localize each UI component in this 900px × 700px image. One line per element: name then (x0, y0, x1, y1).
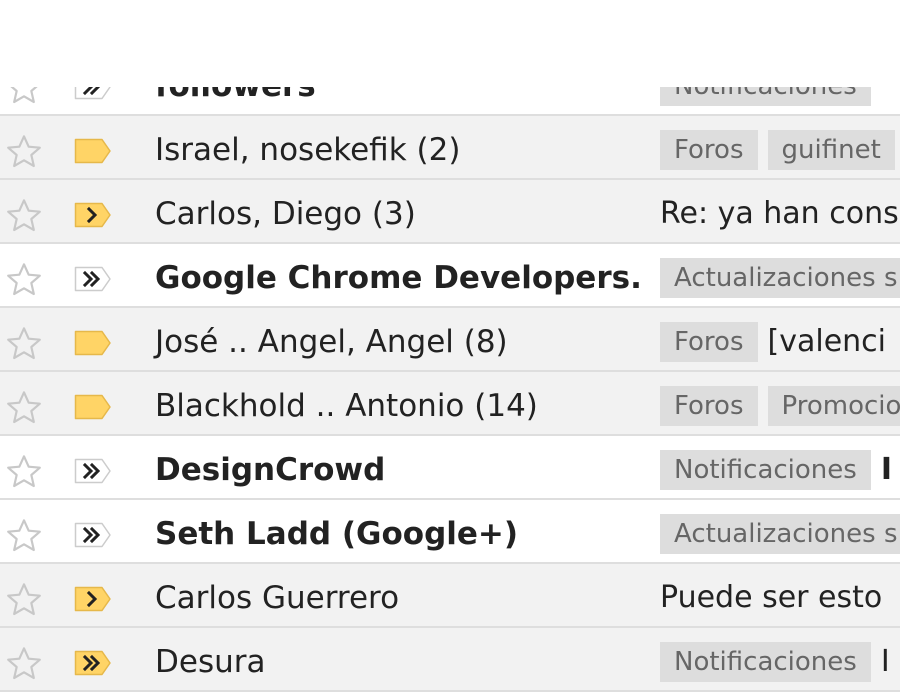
email-row[interactable]: Israel, nosekefik (2) Foros guifinet (0, 116, 900, 180)
label-chip[interactable]: guifinet (767, 130, 895, 170)
email-subject: Puede ser esto (660, 580, 883, 615)
email-sender: Desura (155, 644, 266, 680)
important-double-chevron-icon[interactable] (74, 457, 112, 485)
label-tag-icon[interactable] (74, 137, 112, 165)
label-chip[interactable]: Notificaciones (660, 642, 871, 682)
email-sender: Israel, nosekefik (2) (155, 132, 461, 168)
label-chip[interactable]: Foros (660, 130, 758, 170)
important-double-chevron-icon[interactable] (74, 649, 112, 677)
email-sender: Google Chrome Developers. (155, 260, 642, 296)
subject-area: Puede ser esto (660, 578, 900, 618)
subject-area: Notificaciones I (660, 450, 900, 490)
star-icon[interactable] (4, 132, 44, 172)
star-icon[interactable] (4, 260, 44, 300)
subject-area: Notificaciones I (660, 642, 900, 682)
subject-area: Re: ya han cons (660, 194, 900, 234)
star-icon[interactable] (4, 516, 44, 556)
email-row[interactable]: Carlos Guerrero Puede ser esto (0, 564, 900, 628)
email-list-viewport: followersNotificacionesIsrael, nosekefik… (0, 0, 900, 700)
label-chip[interactable]: Notificaciones (660, 450, 871, 490)
importance-marker-icon[interactable] (74, 201, 112, 229)
label-chip[interactable]: Foros (660, 386, 758, 426)
label-chip[interactable]: Actualizaciones s (660, 258, 900, 298)
email-sender: Carlos Guerrero (155, 580, 400, 616)
important-double-chevron-icon[interactable] (74, 265, 112, 293)
email-sender: Carlos, Diego (3) (155, 196, 416, 232)
email-subject: [valenci (767, 324, 886, 359)
label-tag-icon[interactable] (74, 329, 112, 357)
email-sender: José .. Angel, Angel (8) (155, 324, 508, 360)
star-icon[interactable] (4, 644, 44, 684)
email-row[interactable]: DesignCrowd Notificaciones I (0, 436, 900, 500)
email-subject: I (880, 644, 890, 679)
subject-area: Foros Promocio (660, 386, 900, 426)
email-row[interactable]: Desura Notificaciones I (0, 628, 900, 692)
important-double-chevron-icon[interactable] (74, 521, 112, 549)
email-row[interactable]: Blackhold .. Antonio (14) Foros Promocio (0, 372, 900, 436)
email-sender: Blackhold .. Antonio (14) (155, 388, 538, 424)
star-icon[interactable] (4, 388, 44, 428)
email-row[interactable]: Google Chrome Developers. Actualizaciones… (0, 244, 900, 308)
star-icon[interactable] (4, 580, 44, 620)
star-icon[interactable] (4, 324, 44, 364)
email-list: followersNotificacionesIsrael, nosekefik… (0, 52, 900, 692)
importance-marker-icon[interactable] (74, 585, 112, 613)
label-chip[interactable]: Foros (660, 322, 758, 362)
label-chip[interactable]: Actualizaciones s (660, 514, 900, 554)
subject-area: Foros [valenci (660, 322, 900, 362)
email-subject: Re: ya han cons (660, 196, 899, 231)
subject-area: Actualizaciones s (660, 514, 900, 554)
email-row[interactable]: Carlos, Diego (3) Re: ya han cons (0, 180, 900, 244)
subject-area: Foros guifinet (660, 130, 900, 170)
email-sender: DesignCrowd (155, 452, 386, 488)
label-chip[interactable]: Promocio (767, 386, 900, 426)
label-tag-icon[interactable] (74, 393, 112, 421)
email-sender: Seth Ladd (Google+) (155, 516, 519, 552)
email-row[interactable]: José .. Angel, Angel (8) Foros [valenci (0, 308, 900, 372)
star-icon[interactable] (4, 452, 44, 492)
email-row[interactable]: Seth Ladd (Google+) Actualizaciones s (0, 500, 900, 564)
star-icon[interactable] (4, 196, 44, 236)
subject-area: Actualizaciones s (660, 258, 900, 298)
top-whitespace (0, 0, 900, 87)
email-subject: I (880, 452, 892, 487)
